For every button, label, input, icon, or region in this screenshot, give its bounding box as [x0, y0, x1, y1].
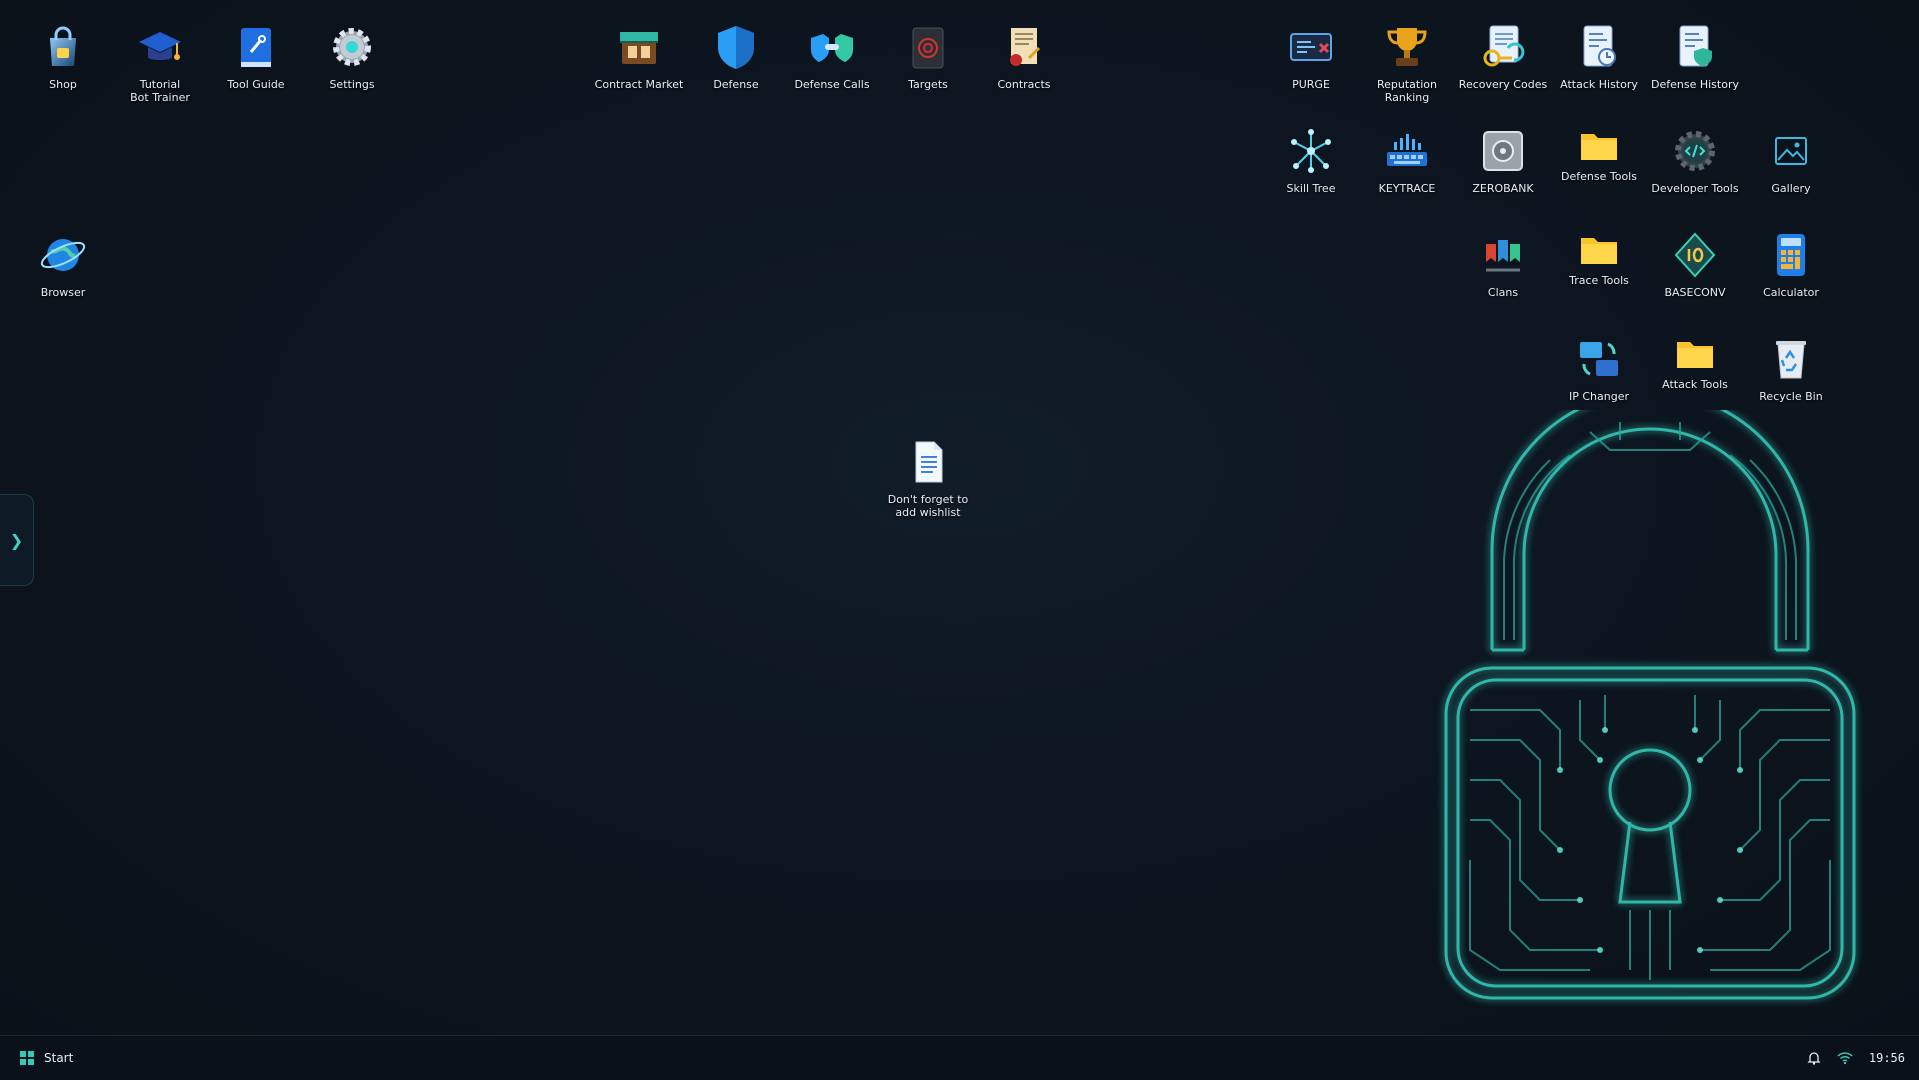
code-gear-icon: [1668, 124, 1722, 178]
desktop-icon-targets[interactable]: Targets: [880, 20, 976, 91]
ip-swap-icon: [1572, 332, 1626, 386]
desktop-icon-attack-history[interactable]: Attack History: [1551, 20, 1647, 91]
desktop-icon-baseconv[interactable]: BASECONV: [1647, 228, 1743, 299]
side-panel-toggle[interactable]: ❯: [0, 494, 34, 586]
desktop-icon-zerobank[interactable]: ZEROBANK: [1455, 124, 1551, 195]
desktop-icon-purge[interactable]: PURGE: [1263, 20, 1359, 91]
desktop-icon-tutorial-bot-trainer[interactable]: Tutorial Bot Trainer: [112, 20, 208, 104]
desktop-icon-label: BASECONV: [1664, 286, 1726, 299]
wifi-icon[interactable]: [1837, 1051, 1853, 1065]
desktop-icon-settings[interactable]: Settings: [304, 20, 400, 91]
desktop-icon-browser[interactable]: Browser: [15, 228, 111, 299]
desktop-icon-skill-tree[interactable]: Skill Tree: [1263, 124, 1359, 195]
desktop-icon-developer-tools[interactable]: Developer Tools: [1647, 124, 1743, 195]
desktop-icon-label: Gallery: [1771, 182, 1811, 195]
desktop-icon-defense[interactable]: Defense: [688, 20, 784, 91]
defense-log-icon: [1668, 20, 1722, 74]
desktop-icon-label: Defense Tools: [1561, 170, 1637, 183]
start-button[interactable]: Start: [20, 1051, 73, 1065]
desktop-icon-label: Defense History: [1651, 78, 1739, 91]
desktop-icon-defense-history[interactable]: Defense History: [1647, 20, 1743, 91]
desktop-icon-label: Defense: [713, 78, 759, 91]
desktop-icon-label: Contracts: [997, 78, 1051, 91]
desktop-icon-label: Tool Guide: [227, 78, 285, 91]
desktop-icon-label: Recovery Codes: [1458, 78, 1548, 91]
system-tray: 19:56: [1807, 1051, 1905, 1065]
desktop-icon-label: PURGE: [1292, 78, 1330, 91]
desktop-icon-keytrace[interactable]: KEYTRACE: [1359, 124, 1455, 195]
desktop-icon-clans[interactable]: Clans: [1455, 228, 1551, 299]
desktop-icon-label: Attack History: [1560, 78, 1638, 91]
desktop-icon-defense-tools[interactable]: Defense Tools: [1551, 124, 1647, 183]
folder-icon: [1572, 228, 1626, 270]
desktop-icon-label: Defense Calls: [794, 78, 870, 91]
desktop-icon-label: Clans: [1487, 286, 1519, 299]
desktop-icon-label: Developer Tools: [1651, 182, 1739, 195]
guide-book-icon: [229, 20, 283, 74]
desktop-icon-label: Trace Tools: [1569, 274, 1629, 287]
desktop: Shop Tutorial Bot Trainer Tool Guide Set…: [0, 0, 1919, 1035]
scroll-contract-icon: [997, 20, 1051, 74]
clan-banners-icon: [1476, 228, 1530, 282]
recovery-key-icon: [1476, 20, 1530, 74]
desktop-icon-label: Reputation Ranking: [1377, 78, 1437, 104]
desktop-icon-ip-changer[interactable]: IP Changer: [1551, 332, 1647, 403]
skill-tree-icon: [1284, 124, 1338, 178]
desktop-icon-label: Browser: [40, 286, 86, 299]
clock: 19:56: [1868, 1051, 1905, 1065]
desktop-icon-calculator[interactable]: Calculator: [1743, 228, 1839, 299]
safe-icon: [1476, 124, 1530, 178]
desktop-icon-label: KEYTRACE: [1378, 182, 1436, 195]
desktop-icon-label: ZEROBANK: [1472, 182, 1534, 195]
desktop-icon-shop[interactable]: Shop: [15, 20, 111, 91]
desktop-icon-tool-guide[interactable]: Tool Guide: [208, 20, 304, 91]
attack-log-icon: [1572, 20, 1626, 74]
recycle-bin-icon: [1764, 332, 1818, 386]
folder-icon: [1572, 124, 1626, 166]
graduation-cap-icon: [133, 20, 187, 74]
start-grid-icon: [20, 1051, 34, 1065]
circuit-padlock-icon: [1444, 410, 1856, 1000]
desktop-icon-label: Shop: [49, 78, 77, 91]
trophy-icon: [1380, 20, 1434, 74]
desktop-icon-gallery[interactable]: Gallery: [1743, 124, 1839, 195]
globe-icon: [36, 228, 90, 282]
desktop-icon-label: Contract Market: [594, 78, 684, 91]
shop-bag-icon: [36, 20, 90, 74]
calculator-icon: [1764, 228, 1818, 282]
gear-icon: [325, 20, 379, 74]
market-stall-icon: [612, 20, 666, 74]
shield-icon: [709, 20, 763, 74]
desktop-icon-label: Settings: [329, 78, 375, 91]
desktop-icon-wishlist-note[interactable]: Don't forget to add wishlist: [880, 435, 976, 519]
desktop-icon-contract-market[interactable]: Contract Market: [591, 20, 687, 91]
chevron-right-icon: ❯: [9, 530, 24, 550]
binary-gem-icon: [1668, 228, 1722, 282]
keyboard-icon: [1380, 124, 1434, 178]
desktop-icon-recycle-bin[interactable]: Recycle Bin: [1743, 332, 1839, 403]
desktop-icon-attack-tools[interactable]: Attack Tools: [1647, 332, 1743, 391]
desktop-icon-contracts[interactable]: Contracts: [976, 20, 1072, 91]
desktop-icon-label: Don't forget to add wishlist: [887, 493, 969, 519]
desktop-icon-label: Tutorial Bot Trainer: [130, 78, 190, 104]
folder-icon: [1668, 332, 1722, 374]
desktop-icon-label: Attack Tools: [1662, 378, 1728, 391]
shield-link-icon: [805, 20, 859, 74]
target-dossier-icon: [901, 20, 955, 74]
desktop-icon-label: IP Changer: [1568, 390, 1629, 403]
bell-icon[interactable]: [1807, 1051, 1821, 1065]
desktop-icon-label: Recycle Bin: [1759, 390, 1823, 403]
image-icon: [1764, 124, 1818, 178]
start-label: Start: [44, 1051, 74, 1065]
desktop-icon-label: Targets: [908, 78, 948, 91]
desktop-icon-trace-tools[interactable]: Trace Tools: [1551, 228, 1647, 287]
desktop-icon-recovery-codes[interactable]: Recovery Codes: [1455, 20, 1551, 91]
desktop-icon-reputation-ranking[interactable]: Reputation Ranking: [1359, 20, 1455, 104]
desktop-icon-label: Skill Tree: [1286, 182, 1336, 195]
text-file-icon: [901, 435, 955, 489]
taskbar: Start 19:56: [0, 1035, 1919, 1080]
desktop-icon-label: Calculator: [1763, 286, 1819, 299]
desktop-icon-defense-calls[interactable]: Defense Calls: [784, 20, 880, 91]
purge-terminal-icon: [1284, 20, 1338, 74]
